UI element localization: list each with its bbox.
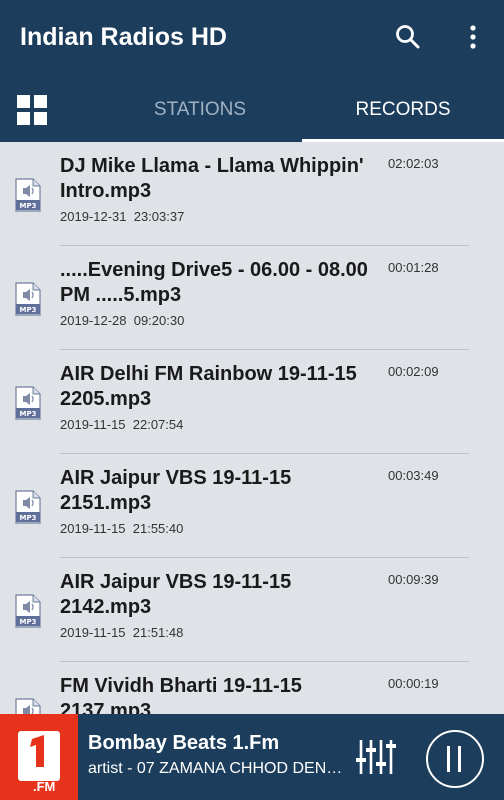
- record-item[interactable]: MP3 AIR Delhi FM Rainbow 19-11-15 2205.m…: [0, 350, 504, 454]
- pause-icon[interactable]: [426, 730, 484, 788]
- pause-bar-left: [447, 746, 450, 772]
- svg-text:MP3: MP3: [20, 202, 37, 210]
- record-item[interactable]: MP3 .....Evening Drive5 - 06.00 - 08.00 …: [0, 246, 504, 350]
- record-duration: 02:02:03: [388, 156, 439, 171]
- record-item[interactable]: MP3 FM Vividh Bharti 19-11-15 2137.mp3 0…: [0, 662, 504, 714]
- tab-records[interactable]: RECORDS: [302, 96, 504, 124]
- records-list: MP3 DJ Mike Llama - Llama Whippin' Intro…: [0, 142, 504, 714]
- record-duration: 00:00:19: [388, 676, 439, 691]
- svg-text:MP3: MP3: [20, 514, 37, 522]
- record-title: .....Evening Drive5 - 06.00 - 08.00 PM .…: [60, 259, 368, 306]
- app-title: Indian Radios HD: [20, 23, 227, 51]
- tab-stations[interactable]: STATIONS: [110, 96, 290, 124]
- search-icon[interactable]: [391, 20, 425, 54]
- grid-icon[interactable]: [17, 95, 47, 125]
- mp3-file-icon: MP3: [15, 698, 41, 714]
- record-duration: 00:02:09: [388, 364, 439, 379]
- station-logo-mark: [30, 735, 44, 767]
- record-title: AIR Jaipur VBS 19-11-15 2142.mp3: [60, 571, 292, 618]
- app-bar: Indian Radios HD STATIONS RECORDS: [0, 0, 504, 142]
- record-item[interactable]: MP3 AIR Jaipur VBS 19-11-15 2151.mp3 201…: [0, 454, 504, 558]
- svg-text:MP3: MP3: [20, 306, 37, 314]
- mp3-file-icon: MP3: [15, 178, 41, 212]
- mp3-file-icon: MP3: [15, 594, 41, 628]
- record-date: 2019-11-15 22:07:54: [60, 417, 184, 432]
- svg-text:MP3: MP3: [20, 618, 37, 626]
- record-duration: 00:09:39: [388, 572, 439, 587]
- more-vert-icon[interactable]: [456, 20, 490, 54]
- now-playing-bar[interactable]: .FM Bombay Beats 1.Fm artist - 07 ZAMANA…: [0, 714, 504, 800]
- station-logo-badge: .FM: [18, 731, 60, 794]
- mp3-file-icon: MP3: [15, 490, 41, 524]
- now-playing-track: artist - 07 ZAMANA CHHOD DENGE: [88, 760, 346, 777]
- equalizer-icon[interactable]: [355, 738, 397, 776]
- record-duration: 00:03:49: [388, 468, 439, 483]
- record-title: DJ Mike Llama - Llama Whippin' Intro.mp3: [60, 155, 364, 202]
- record-item[interactable]: MP3 AIR Jaipur VBS 19-11-15 2142.mp3 201…: [0, 558, 504, 662]
- record-duration: 00:01:28: [388, 260, 439, 275]
- record-title: FM Vividh Bharti 19-11-15 2137.mp3: [60, 675, 302, 714]
- record-title: AIR Jaipur VBS 19-11-15 2151.mp3: [60, 467, 292, 514]
- station-logo-text: .FM: [33, 779, 56, 794]
- record-item[interactable]: MP3 DJ Mike Llama - Llama Whippin' Intro…: [0, 142, 504, 246]
- record-date: 2019-12-31 23:03:37: [60, 209, 185, 224]
- svg-text:MP3: MP3: [20, 410, 37, 418]
- record-date: 2019-11-15 21:51:48: [60, 625, 184, 640]
- record-date: 2019-12-28 09:20:30: [60, 313, 185, 328]
- mp3-file-icon: MP3: [15, 386, 41, 420]
- record-title: AIR Delhi FM Rainbow 19-11-15 2205.mp3: [60, 363, 357, 410]
- pause-bar-right: [458, 746, 461, 772]
- now-playing-station: Bombay Beats 1.Fm: [88, 732, 280, 754]
- mp3-file-icon: MP3: [15, 282, 41, 316]
- record-date: 2019-11-15 21:55:40: [60, 521, 184, 536]
- station-logo: .FM: [0, 714, 78, 800]
